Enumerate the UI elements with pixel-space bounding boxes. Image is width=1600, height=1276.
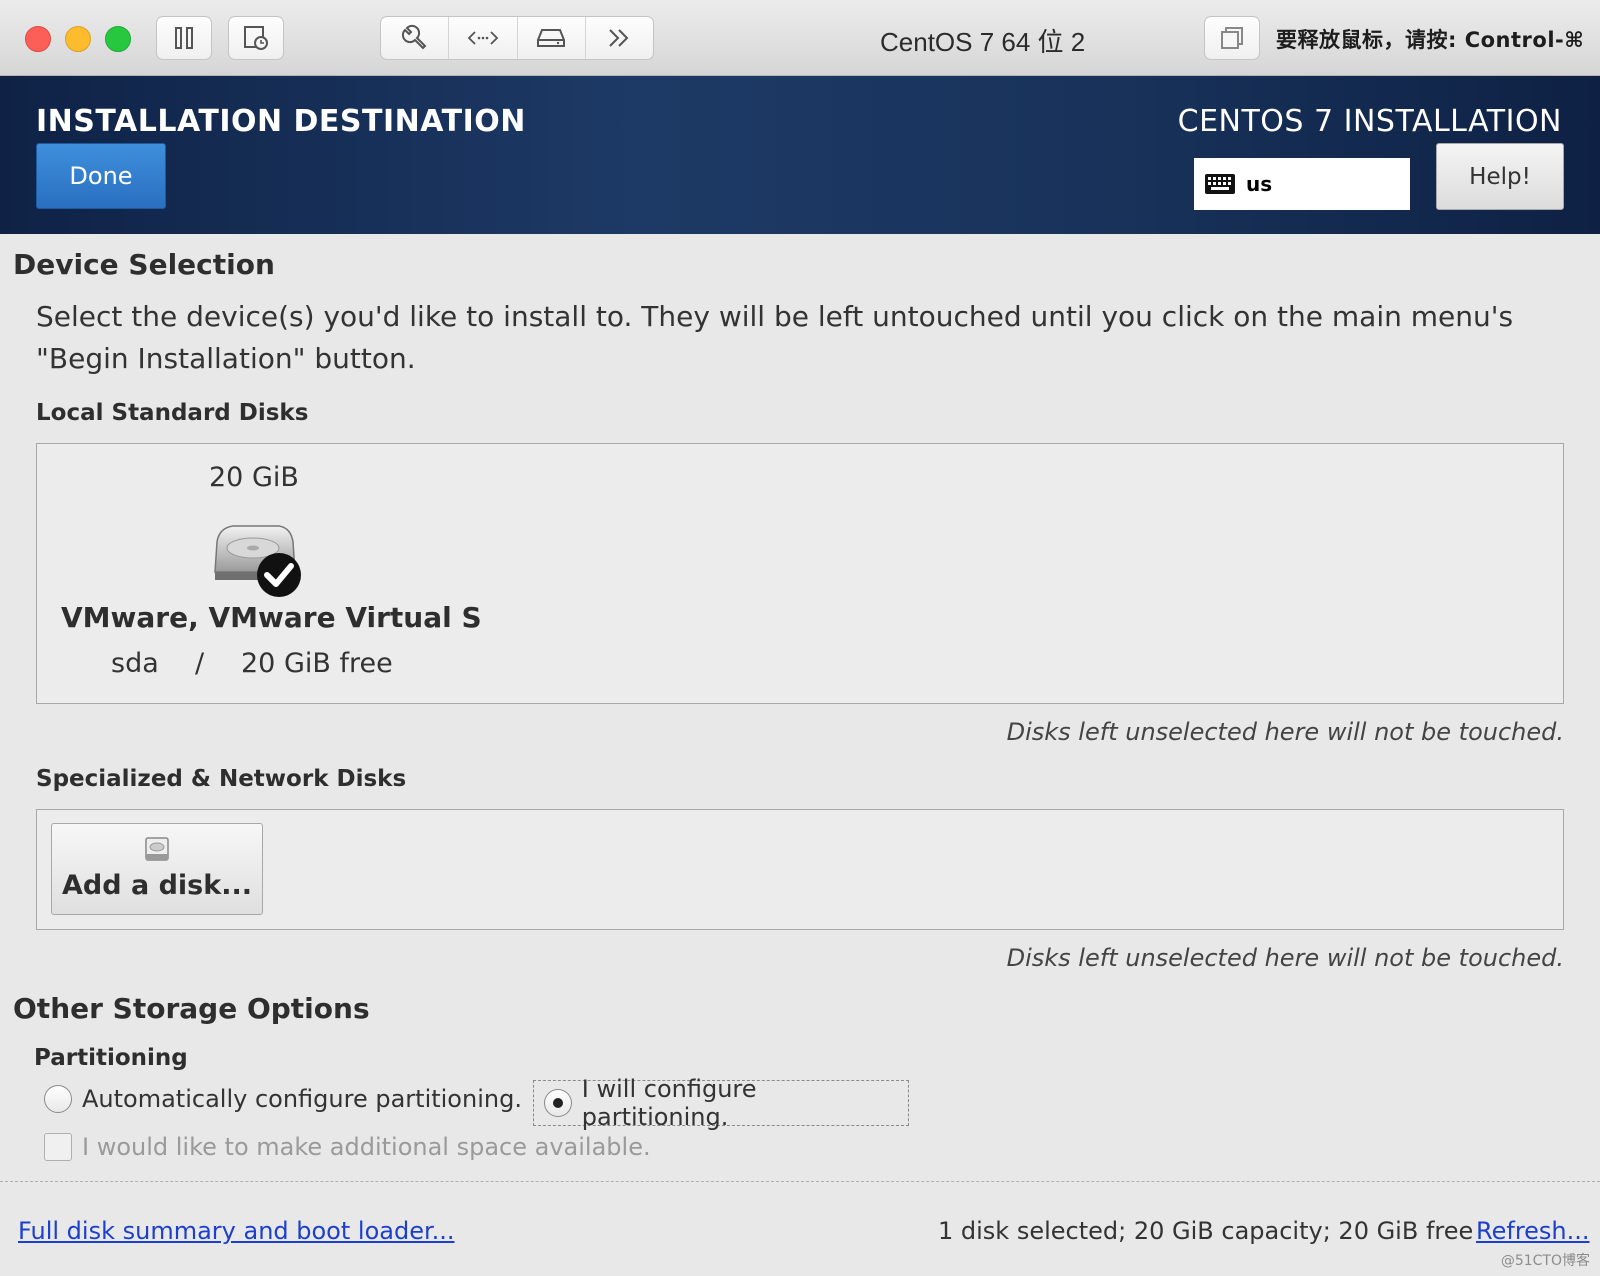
local-disks-title: Local Standard Disks [36,400,309,426]
network-button[interactable] [449,17,518,59]
watermark: @51CTO博客 [1500,1253,1590,1269]
keyboard-icon [1205,174,1235,194]
disk-separator: / [195,648,205,679]
disk-size: 20 GiB [209,462,299,493]
device-selection-description: Select the device(s) you'd like to insta… [36,300,1514,375]
network-disks-panel: Add a disk... [36,809,1564,930]
release-mouse-hint: 要释放鼠标，请按: Control-⌘ [1276,28,1585,52]
code-arrows-icon [467,31,499,45]
minimize-window-button[interactable] [65,26,91,52]
footer-divider [0,1181,1600,1182]
manual-partitioning-radio[interactable] [544,1089,572,1117]
window-titlebar: CentOS 7 64 位 2 要释放鼠标，请按: Control-⌘ [0,0,1600,76]
fullscreen-toggle-button[interactable] [1204,16,1260,60]
other-storage-title: Other Storage Options [13,992,370,1025]
disk-free-space: 20 GiB free [241,648,393,679]
close-window-button[interactable] [25,26,51,52]
more-button[interactable] [586,17,653,59]
chevron-double-right-icon [609,29,629,47]
network-disks-hint: Disks left unselected here will not be t… [1006,944,1564,972]
snapshot-button[interactable] [228,16,284,60]
hard-drive-icon [537,29,566,47]
manual-partitioning-option[interactable]: I will configure partitioning. [533,1075,909,1131]
local-disks-panel: 20 GiB VMware, VMware Virtual S sda / 20… [36,443,1564,704]
pause-icon [175,27,193,49]
disk-device: sda [111,648,159,679]
auto-partitioning-label: Automatically configure partitioning. [82,1085,522,1113]
partitioning-title: Partitioning [34,1045,188,1071]
help-button[interactable]: Help! [1436,143,1564,210]
done-button[interactable]: Done [36,143,166,209]
disk-name: VMware, VMware Virtual S [61,601,482,634]
add-disk-label: Add a disk... [62,870,252,901]
product-title: CENTOS 7 INSTALLATION [1177,104,1562,139]
local-disks-hint: Disks left unselected here will not be t… [1006,718,1564,746]
installer-header: INSTALLATION DESTINATION Done CENTOS 7 I… [0,76,1600,234]
hard-disk-checked-icon [209,520,309,604]
disk-button[interactable] [518,17,586,59]
snapshot-icon [244,26,268,50]
page-title: INSTALLATION DESTINATION [36,104,526,139]
window-title: CentOS 7 64 位 2 [880,27,1086,57]
settings-button[interactable] [381,17,450,59]
wrench-icon [401,24,427,50]
additional-space-label: I would like to make additional space av… [82,1133,651,1161]
refresh-link[interactable]: Refresh... [1476,1217,1590,1245]
auto-partitioning-option[interactable]: Automatically configure partitioning. [44,1085,522,1113]
auto-partitioning-radio[interactable] [44,1085,72,1113]
add-disk-icon [145,837,169,861]
additional-space-option[interactable]: I would like to make additional space av… [44,1133,651,1161]
add-disk-button[interactable]: Add a disk... [51,823,263,915]
suspend-button[interactable] [156,16,212,60]
network-disks-title: Specialized & Network Disks [36,766,407,792]
full-disk-summary-link[interactable]: Full disk summary and boot loader... [18,1217,455,1245]
disk-summary-text: 1 disk selected; 20 GiB capacity; 20 GiB… [938,1217,1474,1245]
zoom-window-button[interactable] [105,26,131,52]
copy-windows-icon [1221,27,1243,49]
keyboard-layout-label: us [1246,172,1273,196]
vm-toolbar-group [380,16,654,60]
additional-space-checkbox[interactable] [44,1133,72,1161]
manual-partitioning-label: I will configure partitioning. [581,1075,757,1131]
device-selection-title: Device Selection [13,248,275,281]
keyboard-layout-indicator[interactable]: us [1194,158,1410,210]
